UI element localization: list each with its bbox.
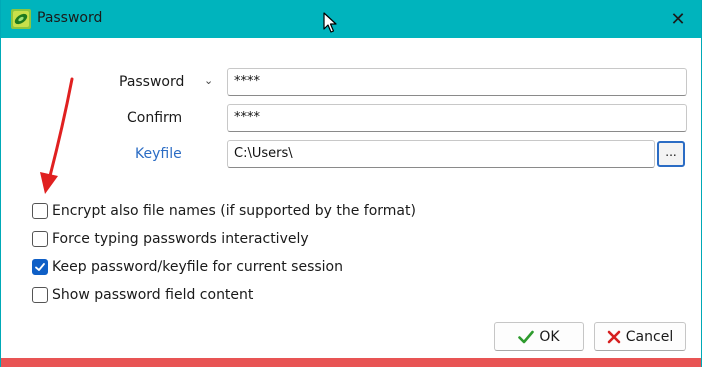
option-label: Show password field content [52,287,254,303]
option-label: Force typing passwords interactively [52,231,309,247]
option-force-typing[interactable]: Force typing passwords interactively [32,230,309,248]
checkbox-checked[interactable] [32,259,48,275]
cancel-button[interactable]: Cancel [594,322,686,351]
title-bar[interactable]: Password ✕ [1,0,701,38]
option-show-password[interactable]: Show password field content [32,286,253,304]
ok-check-icon [518,330,535,343]
checkbox[interactable] [32,231,48,247]
chevron-down-icon[interactable]: ⌄ [204,74,213,87]
keyfile-input[interactable]: C:\Users\ [227,140,655,168]
password-label: Password [119,74,185,90]
app-icon [11,9,31,29]
password-dialog: Password ✕ Password ⌄ **** Confirm **** … [0,0,702,367]
ok-label: OK [539,328,560,345]
option-keep-password[interactable]: Keep password/keyfile for current sessio… [32,258,343,276]
close-button[interactable]: ✕ [655,0,701,38]
ok-button[interactable]: OK [494,322,584,351]
checkbox[interactable] [32,287,48,303]
window-title: Password [37,10,103,26]
confirm-label: Confirm [127,110,183,126]
checkbox[interactable] [32,203,48,219]
option-label: Keep password/keyfile for current sessio… [52,259,343,275]
option-encrypt-names[interactable]: Encrypt also file names (if supported by… [32,202,416,220]
password-input[interactable]: **** [227,68,687,96]
bottom-accent-bar [1,358,701,367]
option-label: Encrypt also file names (if supported by… [52,203,416,219]
keyfile-link[interactable]: Keyfile [135,146,182,162]
cancel-x-icon [607,330,621,343]
browse-button[interactable]: ... [657,141,685,167]
close-icon: ✕ [670,8,686,30]
confirm-input[interactable]: **** [227,104,687,132]
cancel-label: Cancel [625,328,674,345]
checkmark-icon [35,263,45,271]
mouse-cursor-icon [323,12,337,33]
